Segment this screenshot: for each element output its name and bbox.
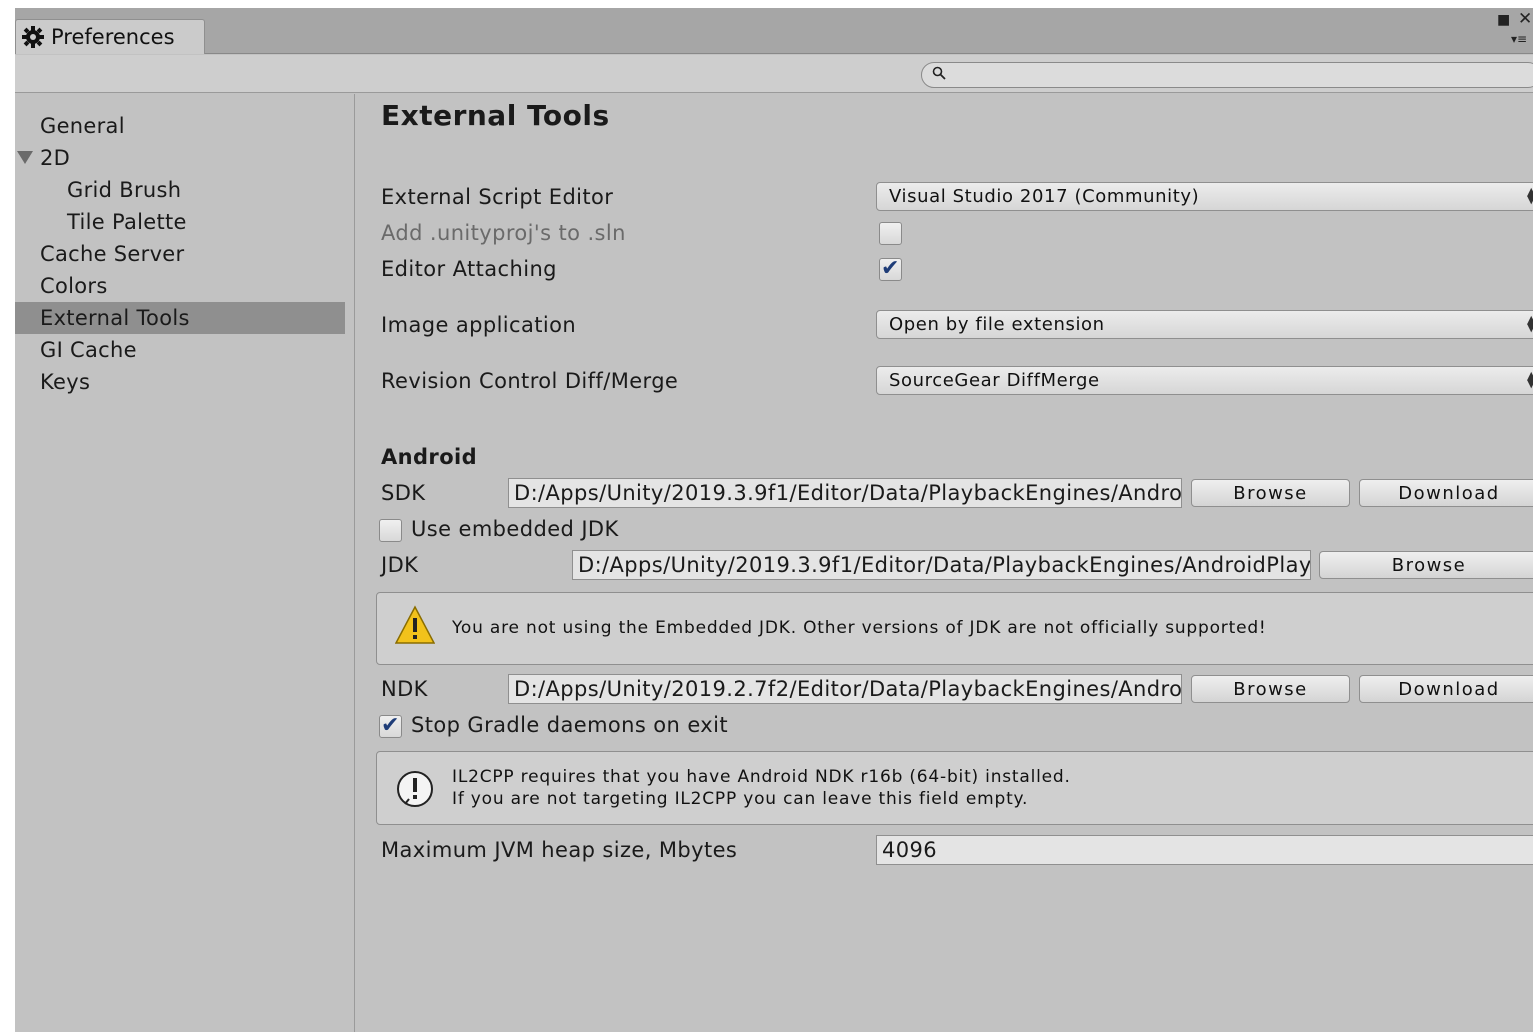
sidebar-item-tile-palette[interactable]: Tile Palette [15, 206, 345, 238]
tab-bar: Preferences ■ ✕ ▾≡ [15, 8, 1533, 54]
expand-triangle-icon[interactable] [17, 151, 33, 164]
revision-control-label: Revision Control Diff/Merge [381, 369, 679, 393]
sidebar: General 2D Grid Brush Tile Palette Cache… [15, 94, 355, 1032]
checkmark-icon: ✔ [381, 713, 400, 738]
info-icon [395, 769, 435, 813]
sdk-label: SDK [381, 481, 426, 505]
close-icon[interactable]: ✕ [1518, 9, 1532, 29]
use-embedded-jdk-checkbox[interactable] [379, 519, 402, 542]
ndk-info-text-line1: IL2CPP requires that you have Android ND… [452, 767, 1071, 787]
image-application-label: Image application [381, 313, 577, 337]
jdk-path-field[interactable]: D:/Apps/Unity/2019.3.9f1/Editor/Data/Pla… [572, 550, 1311, 580]
sidebar-item-general[interactable]: General [15, 110, 345, 142]
jdk-warning-text: You are not using the Embedded JDK. Othe… [452, 618, 1267, 638]
ndk-download-button[interactable]: Download [1359, 675, 1533, 703]
jdk-browse-button[interactable]: Browse [1319, 551, 1533, 579]
sidebar-item-gi-cache[interactable]: GI Cache [15, 334, 345, 366]
add-unityproj-label: Add .unityproj's to .sln [381, 221, 626, 245]
preferences-window: Preferences ■ ✕ ▾≡ General 2D Grid Brush… [15, 8, 1533, 1032]
checkmark-icon: ✔ [881, 256, 900, 281]
sidebar-item-cache-server[interactable]: Cache Server [15, 238, 345, 270]
ndk-info-text-line2: If you are not targeting IL2CPP you can … [452, 789, 1029, 809]
revision-control-dropdown[interactable]: SourceGear DiffMerge ▲ ▼ [876, 366, 1533, 395]
dropdown-arrows-icon: ▲ ▼ [1526, 185, 1533, 206]
ndk-path-field[interactable]: D:/Apps/Unity/2019.2.7f2/Editor/Data/Pla… [508, 674, 1182, 704]
sdk-browse-button[interactable]: Browse [1191, 479, 1350, 507]
dropdown-arrows-icon: ▲ ▼ [1526, 369, 1533, 390]
sidebar-item-external-tools[interactable]: External Tools [15, 302, 345, 334]
external-script-editor-dropdown[interactable]: Visual Studio 2017 (Community) ▲ ▼ [876, 182, 1533, 211]
sidebar-item-2d[interactable]: 2D [15, 142, 345, 174]
sdk-download-button[interactable]: Download [1359, 479, 1533, 507]
editor-attaching-label: Editor Attaching [381, 257, 557, 281]
search-box[interactable] [921, 62, 1533, 88]
search-input[interactable] [952, 65, 1512, 85]
jdk-warning-box: You are not using the Embedded JDK. Othe… [376, 592, 1533, 665]
gear-icon [21, 25, 45, 49]
jdk-label: JDK [381, 553, 419, 577]
ndk-label: NDK [381, 677, 428, 701]
tab-preferences[interactable]: Preferences [15, 19, 205, 54]
sidebar-item-keys[interactable]: Keys [15, 366, 345, 398]
sidebar-item-colors[interactable]: Colors [15, 270, 345, 302]
sidebar-item-grid-brush[interactable]: Grid Brush [15, 174, 345, 206]
menu-icon[interactable]: ▾≡ [1511, 32, 1527, 46]
toolbar [15, 55, 1533, 93]
search-icon [932, 66, 946, 84]
ndk-browse-button[interactable]: Browse [1191, 675, 1350, 703]
jvm-heap-label: Maximum JVM heap size, Mbytes [381, 838, 738, 862]
ndk-info-box: IL2CPP requires that you have Android ND… [376, 751, 1533, 825]
tab-title: Preferences [51, 25, 175, 49]
page-title: External Tools [381, 99, 610, 132]
android-section-header: Android [381, 445, 478, 469]
warning-icon [394, 605, 436, 649]
dropdown-arrows-icon: ▲ ▼ [1526, 313, 1533, 334]
main-panel: External Tools External Script Editor Vi… [356, 94, 1533, 1032]
editor-attaching-checkbox[interactable]: ✔ [879, 256, 902, 281]
jvm-heap-field[interactable]: 4096 [876, 835, 1533, 865]
stop-gradle-label: Stop Gradle daemons on exit [411, 713, 728, 737]
add-unityproj-checkbox[interactable] [879, 222, 902, 245]
stop-gradle-checkbox[interactable]: ✔ [379, 713, 402, 738]
external-script-editor-label: External Script Editor [381, 185, 614, 209]
maximize-icon[interactable]: ■ [1497, 12, 1510, 28]
use-embedded-jdk-label: Use embedded JDK [411, 517, 619, 541]
image-application-dropdown[interactable]: Open by file extension ▲ ▼ [876, 310, 1533, 339]
sdk-path-field[interactable]: D:/Apps/Unity/2019.3.9f1/Editor/Data/Pla… [508, 478, 1182, 508]
